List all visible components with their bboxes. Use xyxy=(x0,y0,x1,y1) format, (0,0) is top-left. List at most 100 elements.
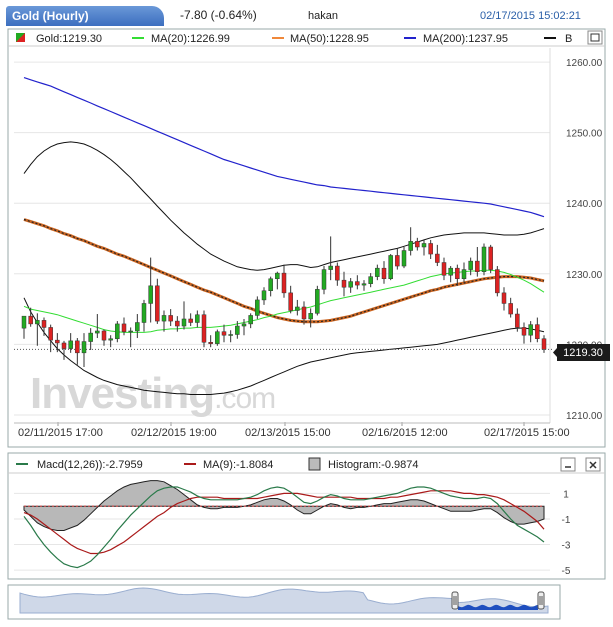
candle-body xyxy=(448,267,453,276)
legend-histogram: Histogram:-0.9874 xyxy=(328,459,419,471)
candle-body xyxy=(415,241,420,248)
macd-y-tick-label: -3 xyxy=(562,541,571,552)
candle-body xyxy=(421,243,427,248)
candle-body xyxy=(401,250,407,267)
candle-body xyxy=(461,269,467,280)
candle-body xyxy=(28,315,33,325)
candle-body xyxy=(261,290,267,301)
candle-body xyxy=(481,246,487,272)
candle-body xyxy=(268,278,273,291)
candle-body xyxy=(281,272,287,294)
candle-body xyxy=(288,292,293,311)
candle-body xyxy=(521,327,527,336)
candle-body xyxy=(168,315,173,322)
candle-body xyxy=(155,285,160,322)
legend-ma20: MA(20):1226.99 xyxy=(151,33,230,45)
x-tick-label: 02/11/2015 17:00 xyxy=(18,427,103,439)
candle-body xyxy=(68,340,73,349)
legend-ma200: MA(200):1237.95 xyxy=(423,33,508,45)
candle-body xyxy=(128,330,133,333)
candle-body xyxy=(475,260,480,272)
y-tick-label: 1240.00 xyxy=(566,199,603,210)
candle-body xyxy=(135,322,140,332)
candle-body xyxy=(335,265,340,281)
candle-body xyxy=(375,267,380,277)
candle-body xyxy=(468,260,473,270)
candle-body xyxy=(315,289,320,314)
candle-body xyxy=(395,255,400,267)
candle-body xyxy=(348,281,353,288)
candle-body xyxy=(241,323,247,327)
candle-body xyxy=(495,269,500,294)
candle-body xyxy=(235,325,240,335)
watermark-main: Investing xyxy=(30,369,214,418)
candle-body xyxy=(355,281,360,286)
macd-minimize-button[interactable] xyxy=(560,457,576,472)
x-tick-label: 02/13/2015 15:00 xyxy=(245,427,331,439)
candle-body xyxy=(61,342,67,349)
candle-body xyxy=(175,320,180,327)
candle-body xyxy=(228,334,233,336)
candle-body xyxy=(161,315,167,322)
candle-body xyxy=(108,338,113,341)
candle-body xyxy=(41,320,47,328)
candle-body xyxy=(215,331,220,344)
watermark-suffix: .com xyxy=(214,382,275,415)
macd-y-tick-label: -1 xyxy=(562,515,571,526)
candle-body xyxy=(181,318,187,327)
candle-body xyxy=(81,341,87,354)
legend-ma50: MA(50):1228.95 xyxy=(290,33,369,45)
navigator-right-handle[interactable] xyxy=(537,591,545,610)
candle-body xyxy=(148,285,153,304)
candle-body xyxy=(101,330,107,341)
candle-body xyxy=(115,323,120,339)
candle-body xyxy=(141,303,147,323)
candle-body xyxy=(361,283,367,286)
candle-body xyxy=(195,314,200,323)
candle-body xyxy=(441,262,447,276)
maximize-button[interactable] xyxy=(587,30,603,45)
candle-body xyxy=(381,267,387,280)
candle-body xyxy=(321,269,327,290)
candle-body xyxy=(328,265,333,270)
candle-body xyxy=(88,332,93,342)
candle-body xyxy=(255,299,260,316)
candle-body xyxy=(428,243,433,255)
candle-body xyxy=(515,313,520,328)
legend-signal: MA(9):-1.8084 xyxy=(203,459,273,471)
y-tick-label: 1230.00 xyxy=(566,270,603,281)
y-tick-label: 1250.00 xyxy=(566,129,603,140)
macd-y-tick-label: 1 xyxy=(563,489,569,500)
candle-body xyxy=(541,338,547,350)
navigator-left-handle[interactable] xyxy=(451,591,459,610)
candle-body xyxy=(201,314,207,343)
legend-bb: B xyxy=(565,33,572,45)
candle-body xyxy=(121,323,127,332)
candle-body xyxy=(501,292,507,304)
candle-body xyxy=(295,306,300,311)
y-tick-label: 1260.00 xyxy=(566,58,603,69)
candle-body xyxy=(535,324,540,339)
y-tick-label: 1210.00 xyxy=(566,411,603,422)
candle-body xyxy=(435,253,440,263)
candle-body xyxy=(308,313,313,320)
candle-body xyxy=(221,331,227,336)
last-price-label: 1219.30 xyxy=(563,347,603,359)
macd-y-tick-label: -5 xyxy=(562,566,571,577)
x-tick-label: 02/12/2015 19:00 xyxy=(131,427,217,439)
candle-body xyxy=(388,255,393,280)
candle-body xyxy=(488,246,493,270)
candle-body xyxy=(408,241,413,251)
candle-body xyxy=(188,318,193,323)
chart-canvas: Gold:1219.30 MA(20):1226.99 MA(50):1228.… xyxy=(7,28,610,620)
candle-body xyxy=(528,324,533,336)
navigator-selection-series xyxy=(458,604,538,610)
candle-body xyxy=(21,315,27,329)
x-tick-label: 02/16/2015 12:00 xyxy=(362,427,448,439)
candle-body xyxy=(368,276,373,284)
candle-body xyxy=(75,340,80,354)
candle-body xyxy=(508,303,513,315)
candle-body xyxy=(48,327,53,341)
candle-body xyxy=(55,339,60,344)
candle-body xyxy=(455,267,460,280)
